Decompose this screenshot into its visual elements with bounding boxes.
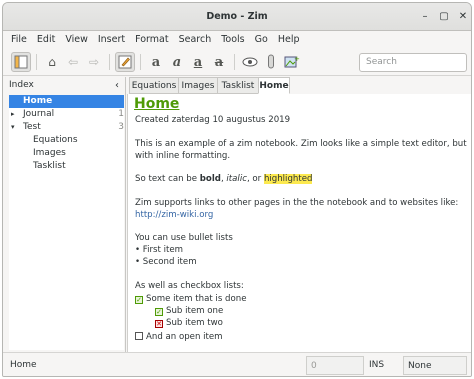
highlighted-text: highlighted bbox=[263, 174, 313, 184]
index-item-test[interactable]: ▾ Test 3 bbox=[9, 121, 124, 134]
pathbar: Equations Images Tasklist Home bbox=[129, 77, 469, 94]
status-page-name: Home bbox=[10, 360, 37, 370]
created-date: Created zaterdag 10 augustus 2019 bbox=[135, 115, 291, 125]
checkbox-item: And an open item bbox=[135, 332, 223, 342]
attach-file-icon[interactable] bbox=[261, 52, 281, 72]
status-bar: Home 0 Backlinks... INS None bbox=[3, 352, 471, 376]
index-header: Index ‹ bbox=[3, 77, 125, 94]
checkbox-item: ✕ Sub item two bbox=[155, 318, 223, 328]
back-icon[interactable]: ⇦ bbox=[63, 52, 83, 72]
collapse-arrow-icon[interactable]: ▾ bbox=[11, 121, 15, 134]
intro-line-1: This is an example of a zim notebook. Zi… bbox=[135, 139, 467, 149]
app-window: Demo - Zim – ▢ ✕ File Edit View Insert F… bbox=[2, 2, 472, 377]
page-count: 1 bbox=[118, 109, 124, 119]
collapse-pane-icon[interactable]: ‹ bbox=[115, 77, 119, 94]
page-heading: Home bbox=[134, 96, 180, 112]
expand-arrow-icon[interactable]: ▸ bbox=[11, 108, 15, 121]
bold-text: bold bbox=[199, 174, 221, 184]
index-item-images[interactable]: Images bbox=[9, 147, 124, 160]
index-item-tasklist[interactable]: Tasklist bbox=[9, 160, 124, 173]
formatting-line: So text can be bold, italic, or highligh… bbox=[135, 174, 313, 184]
menu-format[interactable]: Format bbox=[130, 31, 173, 49]
menu-search[interactable]: Search bbox=[174, 31, 217, 49]
insert-image-icon[interactable]: + bbox=[282, 52, 302, 72]
backlinks-button[interactable]: 0 Backlinks... bbox=[306, 356, 364, 375]
menu-edit[interactable]: Edit bbox=[32, 31, 60, 49]
index-pane: Index ‹ Home ▸ Journal 1 ▾ Test 3 Equati… bbox=[3, 77, 126, 352]
tab-equations[interactable]: Equations bbox=[129, 77, 179, 94]
maximize-icon[interactable]: ▢ bbox=[437, 10, 451, 24]
toggle-index-icon[interactable] bbox=[11, 52, 31, 72]
close-icon[interactable]: ✕ bbox=[456, 10, 470, 24]
intro-line-2: with inline formatting. bbox=[135, 151, 231, 161]
strike-format-icon[interactable]: a bbox=[209, 52, 229, 72]
insert-mode-label: INS bbox=[369, 360, 385, 370]
bullets-intro: You can use bullet lists bbox=[135, 233, 233, 243]
window-title: Demo - Zim bbox=[206, 11, 268, 22]
tab-home[interactable]: Home bbox=[258, 77, 290, 94]
highlight-format-icon[interactable]: a bbox=[188, 52, 208, 72]
svg-text:+: + bbox=[294, 55, 300, 63]
page-editor[interactable]: Home Created zaterdag 10 augustus 2019 T… bbox=[127, 94, 471, 352]
checked-box-icon[interactable]: ✓ bbox=[135, 296, 143, 304]
toolbar: ⌂ ⇦ ⇨ a a a a + Search bbox=[3, 49, 471, 76]
style-selector[interactable]: None bbox=[403, 356, 467, 375]
open-box-icon[interactable] bbox=[135, 332, 143, 340]
page-count: 3 bbox=[118, 122, 124, 132]
minimize-icon[interactable]: – bbox=[418, 10, 432, 24]
italic-format-icon[interactable]: a bbox=[167, 52, 187, 72]
checkbox-item: ✓ Sub item one bbox=[155, 306, 224, 316]
index-tree: Home ▸ Journal 1 ▾ Test 3 Equations Imag… bbox=[9, 95, 124, 350]
bullet-item: • First item bbox=[135, 245, 184, 255]
links-intro: Zim supports links to other pages in the… bbox=[135, 198, 459, 208]
index-item-home[interactable]: Home bbox=[9, 95, 124, 108]
tab-images[interactable]: Images bbox=[178, 77, 218, 94]
menu-tools[interactable]: Tools bbox=[216, 31, 249, 49]
menu-insert[interactable]: Insert bbox=[93, 31, 130, 49]
menu-view[interactable]: View bbox=[60, 31, 93, 49]
preview-eye-icon[interactable] bbox=[240, 52, 260, 72]
checked-box-icon[interactable]: ✓ bbox=[155, 308, 163, 316]
menu-bar: File Edit View Insert Format Search Tool… bbox=[3, 31, 471, 49]
checkbox-item: ✓ Some item that is done bbox=[135, 294, 247, 304]
forward-icon[interactable]: ⇨ bbox=[84, 52, 104, 72]
crossed-box-icon[interactable]: ✕ bbox=[155, 320, 163, 328]
index-title: Index bbox=[9, 80, 34, 90]
index-item-journal[interactable]: ▸ Journal 1 bbox=[9, 108, 124, 121]
menu-file[interactable]: File bbox=[6, 31, 32, 49]
search-input[interactable]: Search bbox=[359, 53, 467, 72]
zim-wiki-link[interactable]: http://zim-wiki.org bbox=[135, 210, 213, 220]
home-icon[interactable]: ⌂ bbox=[42, 52, 62, 72]
index-item-equations[interactable]: Equations bbox=[9, 134, 124, 147]
tab-tasklist[interactable]: Tasklist bbox=[217, 77, 259, 94]
bullet-item: • Second item bbox=[135, 257, 197, 267]
menu-help[interactable]: Help bbox=[273, 31, 305, 49]
checkbox-intro: As well as checkbox lists: bbox=[135, 281, 244, 291]
title-bar: Demo - Zim – ▢ ✕ bbox=[3, 3, 471, 31]
menu-go[interactable]: Go bbox=[250, 31, 273, 49]
italic-text: italic bbox=[226, 174, 247, 184]
bold-format-icon[interactable]: a bbox=[146, 52, 166, 72]
edit-mode-icon[interactable] bbox=[115, 52, 135, 72]
